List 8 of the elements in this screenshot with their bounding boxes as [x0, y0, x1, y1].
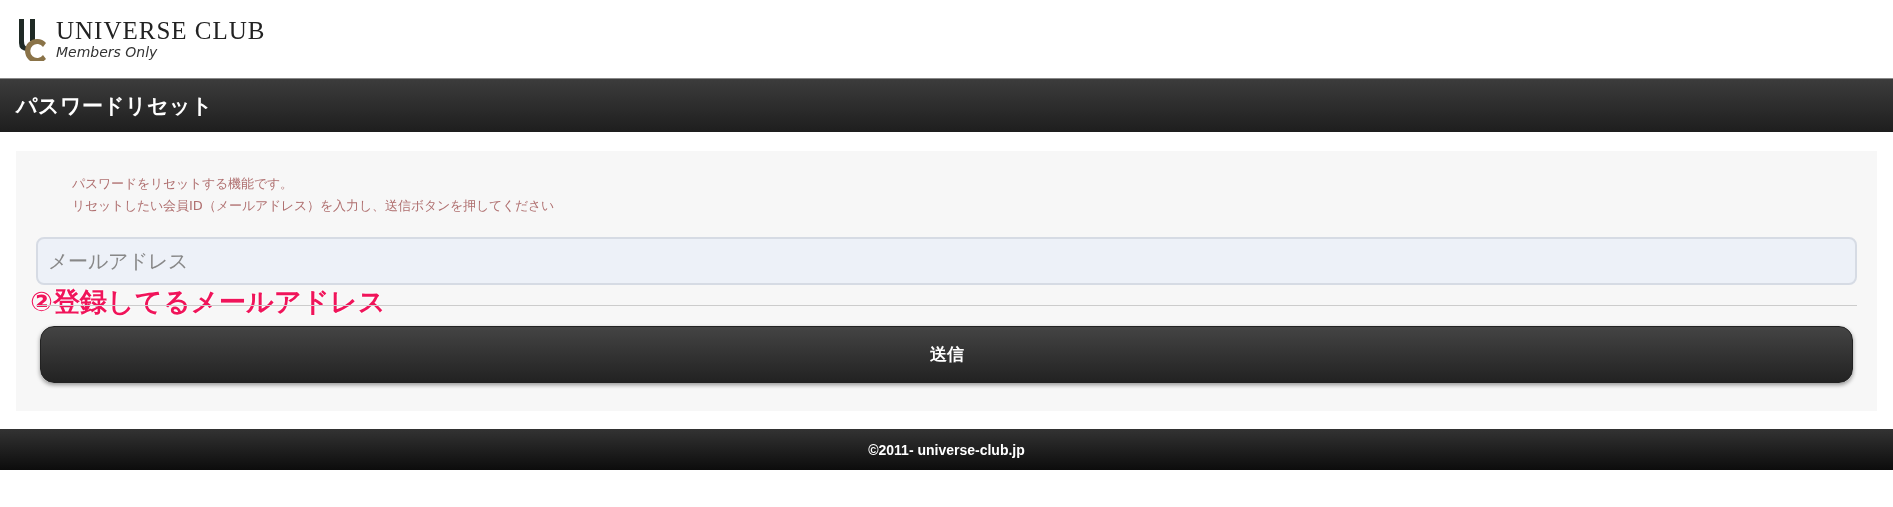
submit-button[interactable]: 送信: [40, 326, 1853, 383]
page-title: パスワードリセット: [16, 92, 213, 120]
instruction-text: リセットしたい会員ID（メールアドレス）を入力し、送信ボタンを押してください: [72, 197, 555, 215]
copyright-text: ©2011- universe-club.jp: [868, 441, 1025, 458]
instruction-text: パスワードをリセットする機能です。: [72, 175, 294, 193]
logo-subtitle: Members Only: [56, 44, 159, 60]
email-field[interactable]: メールアドレス: [36, 237, 1857, 285]
logo-title: UNIVERSE CLUB: [56, 18, 266, 44]
